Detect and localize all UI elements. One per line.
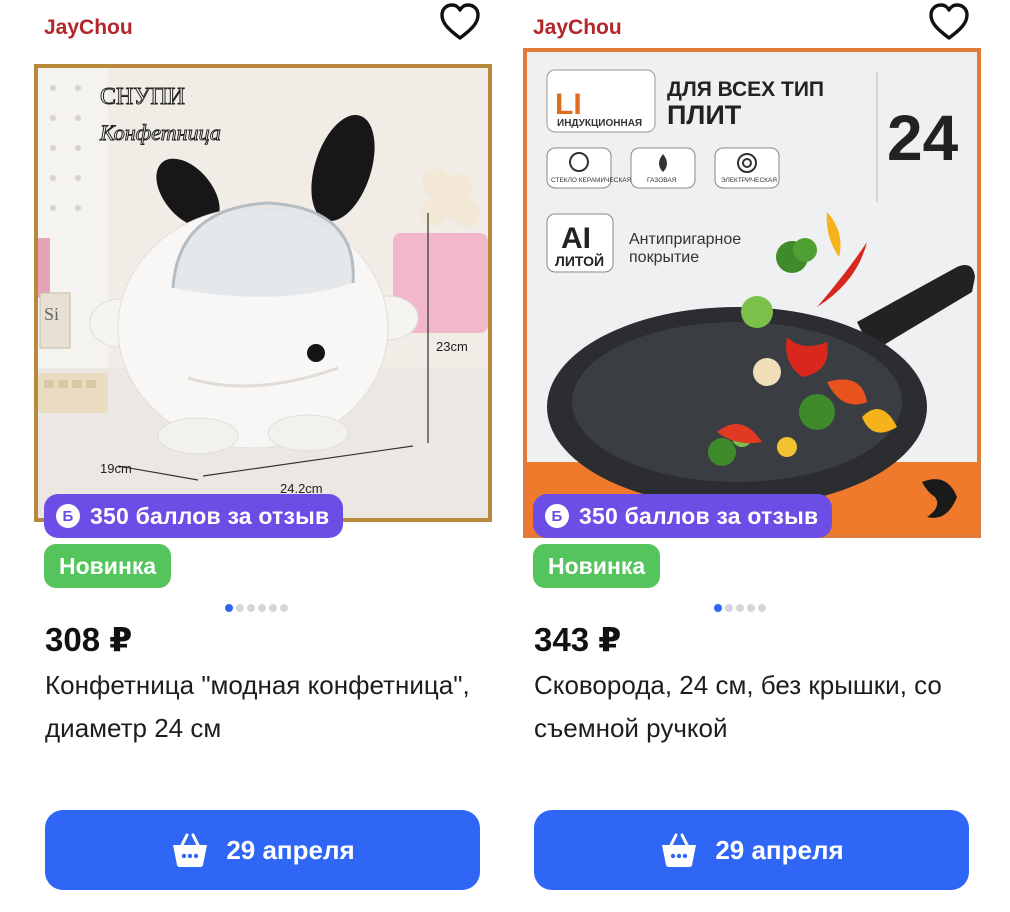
carousel-dot[interactable] <box>714 604 722 612</box>
carousel-dot[interactable] <box>236 604 244 612</box>
review-points-badge[interactable]: Б 350 баллов за отзыв <box>44 494 344 538</box>
product-image[interactable]: Si СНУПИ Конфетница 23cm 19cm 24.2cm <box>34 64 492 522</box>
svg-text:ГАЗОВАЯ: ГАЗОВАЯ <box>647 177 677 184</box>
product-title[interactable]: Конфетница "модная конфетница", диаметр … <box>45 664 485 750</box>
svg-text:покрытие: покрытие <box>629 249 699 266</box>
product-title[interactable]: Сковорода, 24 см, без крышки, со съемной… <box>534 664 974 750</box>
product-price: 308 ₽ <box>45 621 133 658</box>
svg-text:23cm: 23cm <box>436 339 468 354</box>
new-badge: Новинка <box>533 544 661 588</box>
heart-icon[interactable] <box>927 2 971 42</box>
svg-text:24: 24 <box>887 102 959 174</box>
svg-text:СНУПИ: СНУПИ <box>100 84 185 110</box>
review-points-badge[interactable]: Б 350 баллов за отзыв <box>533 494 833 538</box>
svg-text:ПЛИТ: ПЛИТ <box>667 100 742 130</box>
image-carousel-dots <box>225 604 288 612</box>
svg-text:ЛИТОЙ: ЛИТОЙ <box>555 252 604 269</box>
bonus-icon: Б <box>56 504 80 528</box>
bonus-icon: Б <box>545 504 569 528</box>
add-to-cart-button[interactable]: 29 апреля <box>534 810 969 890</box>
svg-text:Конфетница: Конфетница <box>99 120 221 145</box>
frying-pan-illustration: LI ИНДУКЦИОННАЯ ДЛЯ ВСЕХ ТИП ПЛИТ 24 СТЕ… <box>527 52 977 534</box>
delivery-date-label: 29 апреля <box>226 834 355 865</box>
review-points-label: 350 баллов за отзыв <box>90 502 330 529</box>
product-card[interactable]: JayChou LI ИНДУКЦИОННАЯ ДЛЯ ВСЕХ ТИП ПЛИ… <box>523 0 983 912</box>
svg-text:Si: Si <box>44 304 59 324</box>
product-card[interactable]: JayChou Si СНУПИ Конфетница 23cm 19cm 24… <box>34 0 494 912</box>
svg-text:СТЕКЛО КЕРАМИЧЕСКАЯ: СТЕКЛО КЕРАМИЧЕСКАЯ <box>551 177 632 184</box>
carousel-dot[interactable] <box>269 604 277 612</box>
svg-text:ДЛЯ ВСЕХ ТИП: ДЛЯ ВСЕХ ТИП <box>667 78 824 101</box>
seller-name[interactable]: JayChou <box>533 16 622 40</box>
new-badge: Новинка <box>44 544 172 588</box>
basket-icon <box>662 833 697 867</box>
svg-text:ЭЛЕКТРИЧЕСКАЯ: ЭЛЕКТРИЧЕСКАЯ <box>721 177 777 184</box>
svg-text:AI: AI <box>561 222 591 255</box>
review-points-label: 350 баллов за отзыв <box>579 502 819 529</box>
carousel-dot[interactable] <box>225 604 233 612</box>
carousel-dot[interactable] <box>258 604 266 612</box>
delivery-date-label: 29 апреля <box>715 834 844 865</box>
svg-text:ИНДУКЦИОННАЯ: ИНДУКЦИОННАЯ <box>557 118 642 129</box>
carousel-dot[interactable] <box>736 604 744 612</box>
svg-text:Антипригарное: Антипригарное <box>629 231 741 248</box>
carousel-dot[interactable] <box>747 604 755 612</box>
carousel-dot[interactable] <box>725 604 733 612</box>
svg-text:LI: LI <box>555 88 582 121</box>
candy-box-illustration: Si СНУПИ Конфетница 23cm 19cm 24.2cm <box>38 68 488 518</box>
carousel-dot[interactable] <box>280 604 288 612</box>
product-image[interactable]: LI ИНДУКЦИОННАЯ ДЛЯ ВСЕХ ТИП ПЛИТ 24 СТЕ… <box>523 48 981 538</box>
heart-icon[interactable] <box>438 2 482 42</box>
seller-name[interactable]: JayChou <box>44 16 133 40</box>
carousel-dot[interactable] <box>758 604 766 612</box>
add-to-cart-button[interactable]: 29 апреля <box>45 810 480 890</box>
image-carousel-dots <box>714 604 766 612</box>
product-price: 343 ₽ <box>534 621 622 658</box>
svg-text:19cm: 19cm <box>100 461 132 476</box>
basket-icon <box>173 833 208 867</box>
carousel-dot[interactable] <box>247 604 255 612</box>
product-grid: JayChou Si СНУПИ Конфетница 23cm 19cm 24… <box>0 0 1010 912</box>
